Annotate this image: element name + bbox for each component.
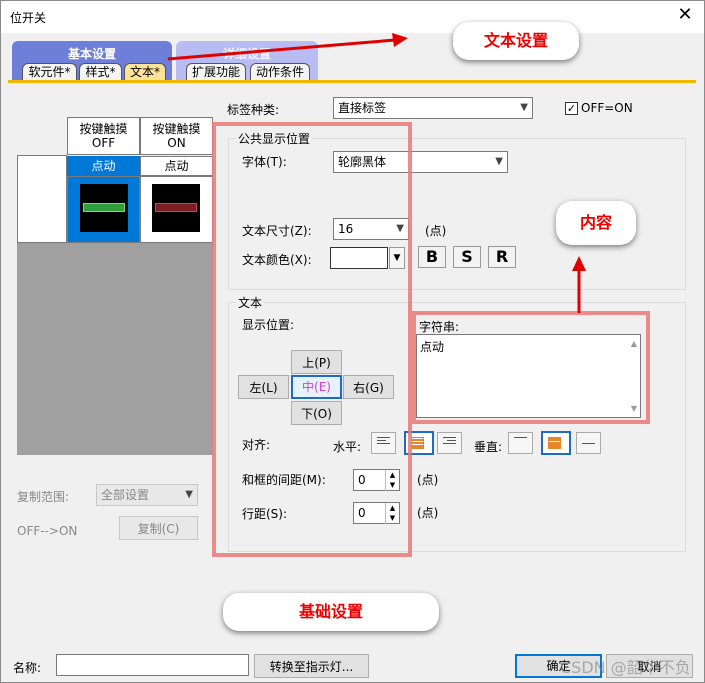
- arrow-to-text-tab: [167, 33, 408, 61]
- label-type-value: 直接标签: [338, 101, 387, 115]
- tab-device[interactable]: 软元件*: [22, 63, 77, 80]
- preview-empty-area: [17, 243, 213, 455]
- preview-label-off[interactable]: 点动: [67, 156, 140, 176]
- align-center-icon: [411, 437, 424, 449]
- valign-top-icon: [514, 437, 527, 449]
- vertical-label: 垂直:: [474, 440, 503, 454]
- valign-bottom-button[interactable]: [576, 432, 601, 454]
- convert-to-lamp-button[interactable]: 转换至指示灯...: [254, 654, 369, 678]
- off-on-checkbox[interactable]: ✓: [565, 102, 578, 115]
- off-on-label: OFF-->ON: [17, 524, 78, 538]
- copy-range-value: 全部设置: [101, 488, 150, 502]
- callout-text-setting: 文本设置: [453, 22, 579, 60]
- valign-middle-button[interactable]: [541, 431, 571, 455]
- align-right-icon: [443, 437, 456, 449]
- switch-off-bar: [83, 203, 125, 212]
- tab-style[interactable]: 样式*: [79, 63, 122, 80]
- tab-group-basic-label: 基本设置: [67, 47, 116, 61]
- bold-button[interactable]: B: [418, 246, 446, 268]
- copy-range-label: 复制范围:: [17, 490, 70, 504]
- shadow-button[interactable]: S: [453, 246, 481, 268]
- line-spacing-unit: (点): [417, 506, 439, 520]
- window-title: 位开关: [10, 11, 47, 25]
- valign-middle-icon: [548, 437, 561, 449]
- label-type-select[interactable]: 直接标签 ▼: [333, 97, 533, 119]
- copy-range-select[interactable]: 全部设置 ▼: [96, 484, 198, 506]
- switch-on-bar: [155, 203, 197, 212]
- valign-bottom-icon: [582, 437, 595, 449]
- label-type-label: 标签种类:: [227, 103, 280, 117]
- chevron-down-icon: ▼: [185, 489, 193, 500]
- preview-label-on[interactable]: 点动: [140, 156, 213, 176]
- preview-row-selector: [17, 155, 67, 243]
- align-right-button[interactable]: [437, 432, 462, 454]
- title-bar: [1, 1, 704, 33]
- highlight-basic-settings: [212, 122, 412, 557]
- preview-header-on: 按键触摸 ON: [140, 117, 213, 155]
- preview-header-off: 按键触摸 OFF: [67, 117, 140, 155]
- size-unit: (点): [425, 224, 447, 238]
- name-input[interactable]: [56, 654, 249, 676]
- chevron-down-icon: ▼: [495, 156, 503, 167]
- callout-content: 内容: [556, 201, 636, 245]
- raise-button[interactable]: R: [488, 246, 516, 268]
- close-icon[interactable]: ✕: [675, 4, 695, 26]
- callout-basic-setting: 基础设置: [223, 593, 439, 631]
- margin-unit: (点): [417, 473, 439, 487]
- valign-top-button[interactable]: [508, 432, 533, 454]
- highlight-content: [412, 311, 650, 424]
- copy-button[interactable]: 复制(C): [119, 516, 198, 540]
- watermark: CSDN @韶华不负: [560, 658, 691, 677]
- off-on-checkbox-label: OFF=ON: [581, 101, 633, 115]
- name-label: 名称:: [13, 661, 42, 675]
- arrow-to-content: [572, 256, 586, 313]
- chevron-down-icon: ▼: [520, 102, 528, 113]
